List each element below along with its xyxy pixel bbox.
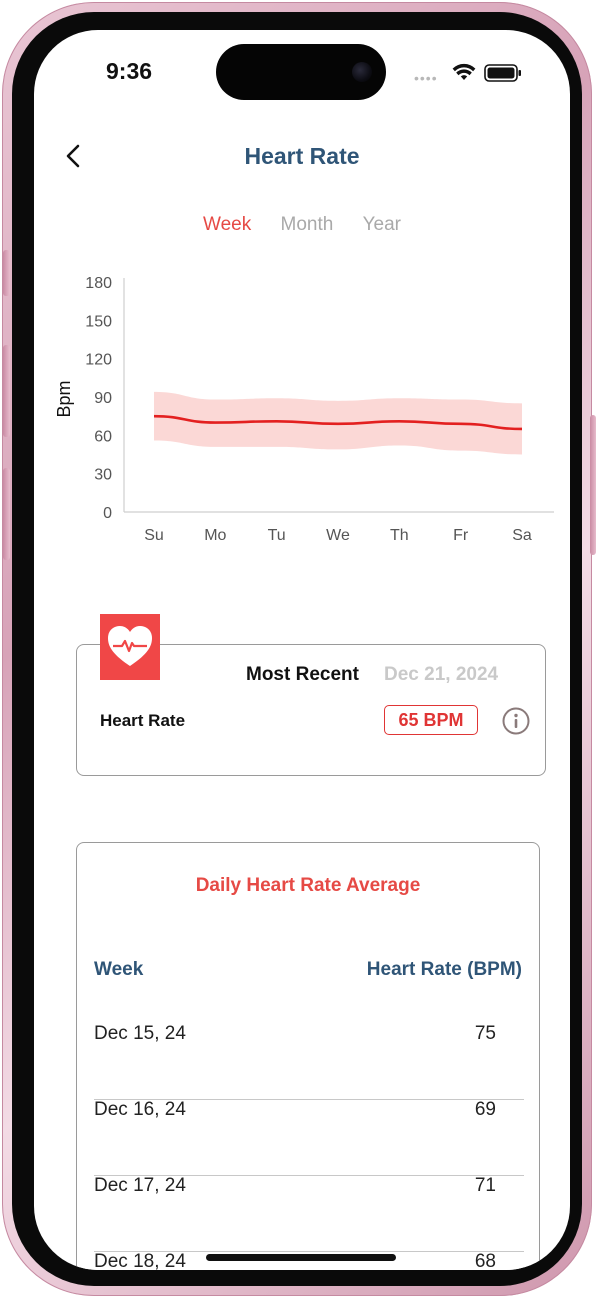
row-date: Dec 15, 24 [94,1023,186,1044]
x-tick-label: Sa [512,527,532,544]
y-tick-label: 120 [85,352,112,369]
wifi-icon [452,63,476,80]
signal-icon: •••• [414,70,438,86]
most-recent-date: Dec 21, 2024 [384,664,499,685]
table-row: Dec 16, 24 69 [94,1099,524,1176]
y-axis-label: Bpm [54,380,74,417]
tab-year[interactable]: Year [363,214,401,236]
row-value: 71 [474,1175,496,1196]
page-title: Heart Rate [244,143,360,169]
y-tick-label: 90 [94,390,112,407]
screen: 9:36 •••• Heart Rate Week Month Year 180… [34,30,570,1270]
x-tick-label: We [326,527,350,544]
row-date: Dec 18, 24 [94,1251,186,1270]
tab-month[interactable]: Month [281,214,334,236]
x-tick-label: Tu [268,527,286,544]
y-tick-label: 0 [103,505,112,522]
row-value: 69 [474,1099,496,1120]
camera-icon [352,62,372,82]
home-indicator[interactable] [206,1254,396,1261]
column-header-week: Week [94,959,144,980]
row-date: Dec 16, 24 [94,1099,186,1120]
y-tick-label: 30 [94,467,112,484]
x-tick-label: Th [390,527,409,544]
x-tick-label: Mo [204,527,226,544]
bpm-badge: 65 BPM [384,705,478,735]
tab-week[interactable]: Week [203,214,251,236]
x-tick-label: Su [144,527,164,544]
period-tabs: Week Month Year [34,214,570,236]
battery-icon [484,64,521,82]
volume-up-button [3,345,10,437]
status-time: 9:36 [106,58,153,84]
heart-rate-chart: 180 150 120 90 60 30 0 Su Mo Tu We Th Fr Sa Bpm [54,275,554,544]
heart-pulse-icon [100,614,160,680]
volume-down-button [3,468,10,560]
row-value: 75 [474,1023,496,1044]
y-tick-label: 150 [85,313,112,330]
table-row: Dec 17, 24 71 [94,1175,524,1252]
daily-average-title: Daily Heart Rate Average [195,875,421,896]
row-value: 68 [474,1251,496,1270]
action-button [3,250,10,296]
status-icons: •••• [414,60,534,86]
y-tick-label: 180 [85,275,112,292]
table-row: Dec 15, 24 75 [94,1023,524,1100]
daily-average-card: Daily Heart Rate Average Week Heart Rate… [76,842,540,1270]
y-tick-label: 60 [94,428,112,445]
power-button [590,415,596,555]
info-icon [502,707,530,735]
column-header-heart-rate: Heart Rate (BPM) [366,959,522,980]
x-tick-label: Fr [453,527,469,544]
heart-rate-label: Heart Rate [100,711,186,730]
info-button[interactable] [502,707,530,735]
row-date: Dec 17, 24 [94,1175,186,1196]
most-recent-heading: Most Recent [246,664,359,685]
